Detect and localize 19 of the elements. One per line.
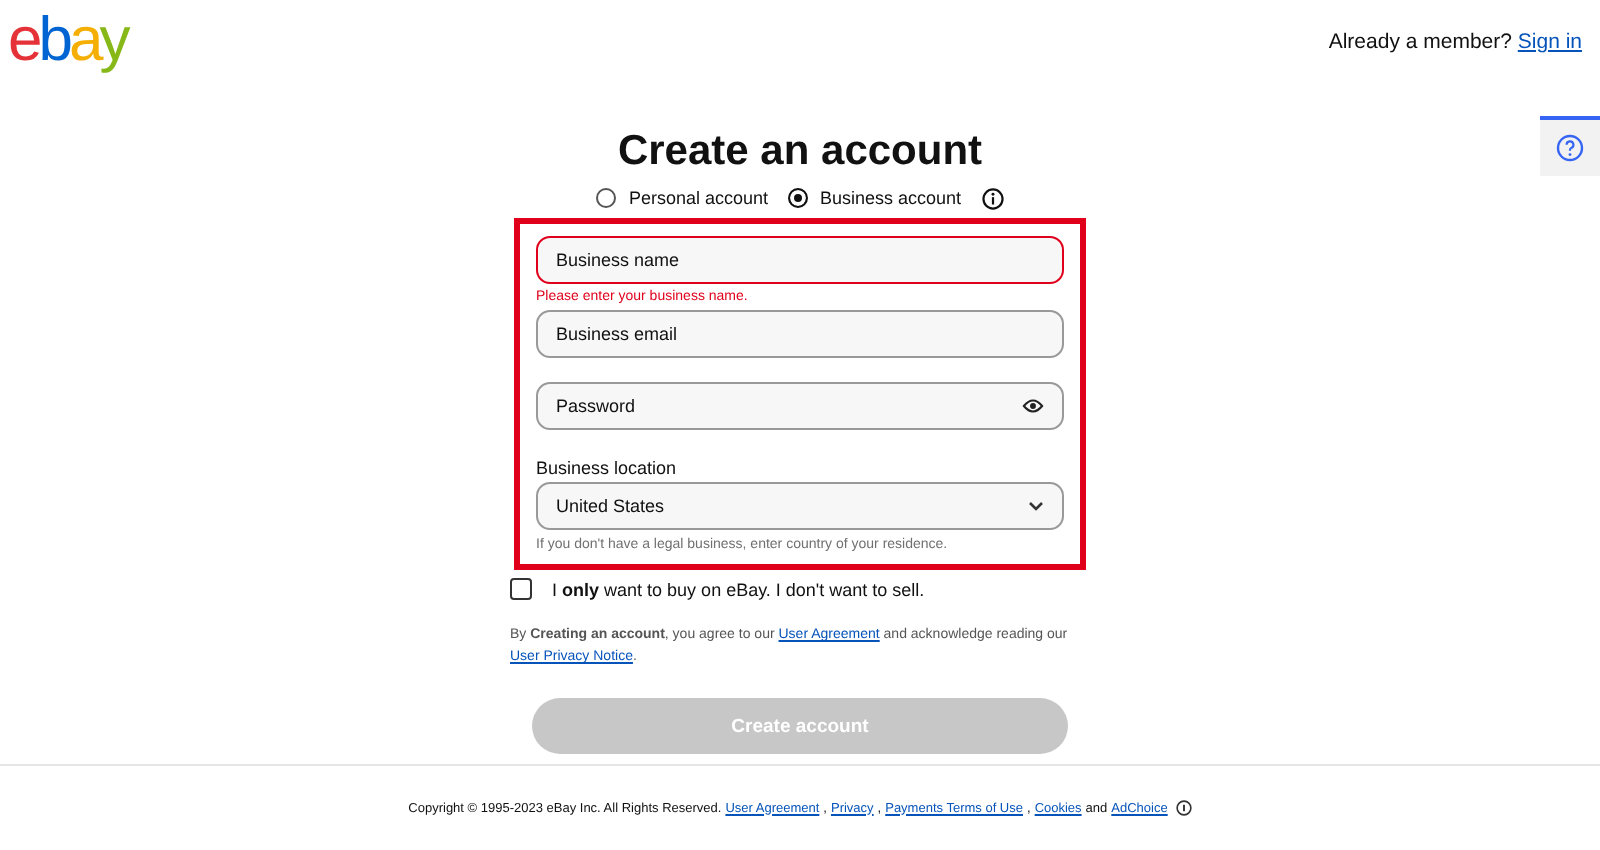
- ebay-logo[interactable]: ebay: [8, 4, 127, 76]
- account-type-radio[interactable]: Business account: [788, 188, 962, 208]
- checkbox-label: I only want to buy on eBay. I don't want to sell.: [552, 579, 925, 599]
- password-field[interactable]: Password: [536, 382, 1064, 430]
- info-icon[interactable]: [981, 187, 1004, 209]
- member-prompt: Already a member?: [1328, 30, 1512, 54]
- chevron-down-icon: [1028, 500, 1044, 512]
- location-select[interactable]: United States: [536, 482, 1064, 530]
- account-type-radio[interactable]: Personal account: [596, 188, 768, 208]
- eye-icon[interactable]: [1022, 398, 1044, 414]
- checkbox[interactable]: [510, 578, 532, 600]
- input-field[interactable]: Business email: [536, 310, 1064, 358]
- sign-in-link[interactable]: Sign in: [1517, 30, 1582, 54]
- input-field[interactable]: Business name: [536, 236, 1064, 284]
- help-icon: [1556, 134, 1584, 162]
- page-title: Create an account: [617, 128, 983, 176]
- adchoice-icon: [1175, 800, 1192, 816]
- help-button[interactable]: [1540, 116, 1600, 176]
- field-label: Business location: [536, 458, 679, 478]
